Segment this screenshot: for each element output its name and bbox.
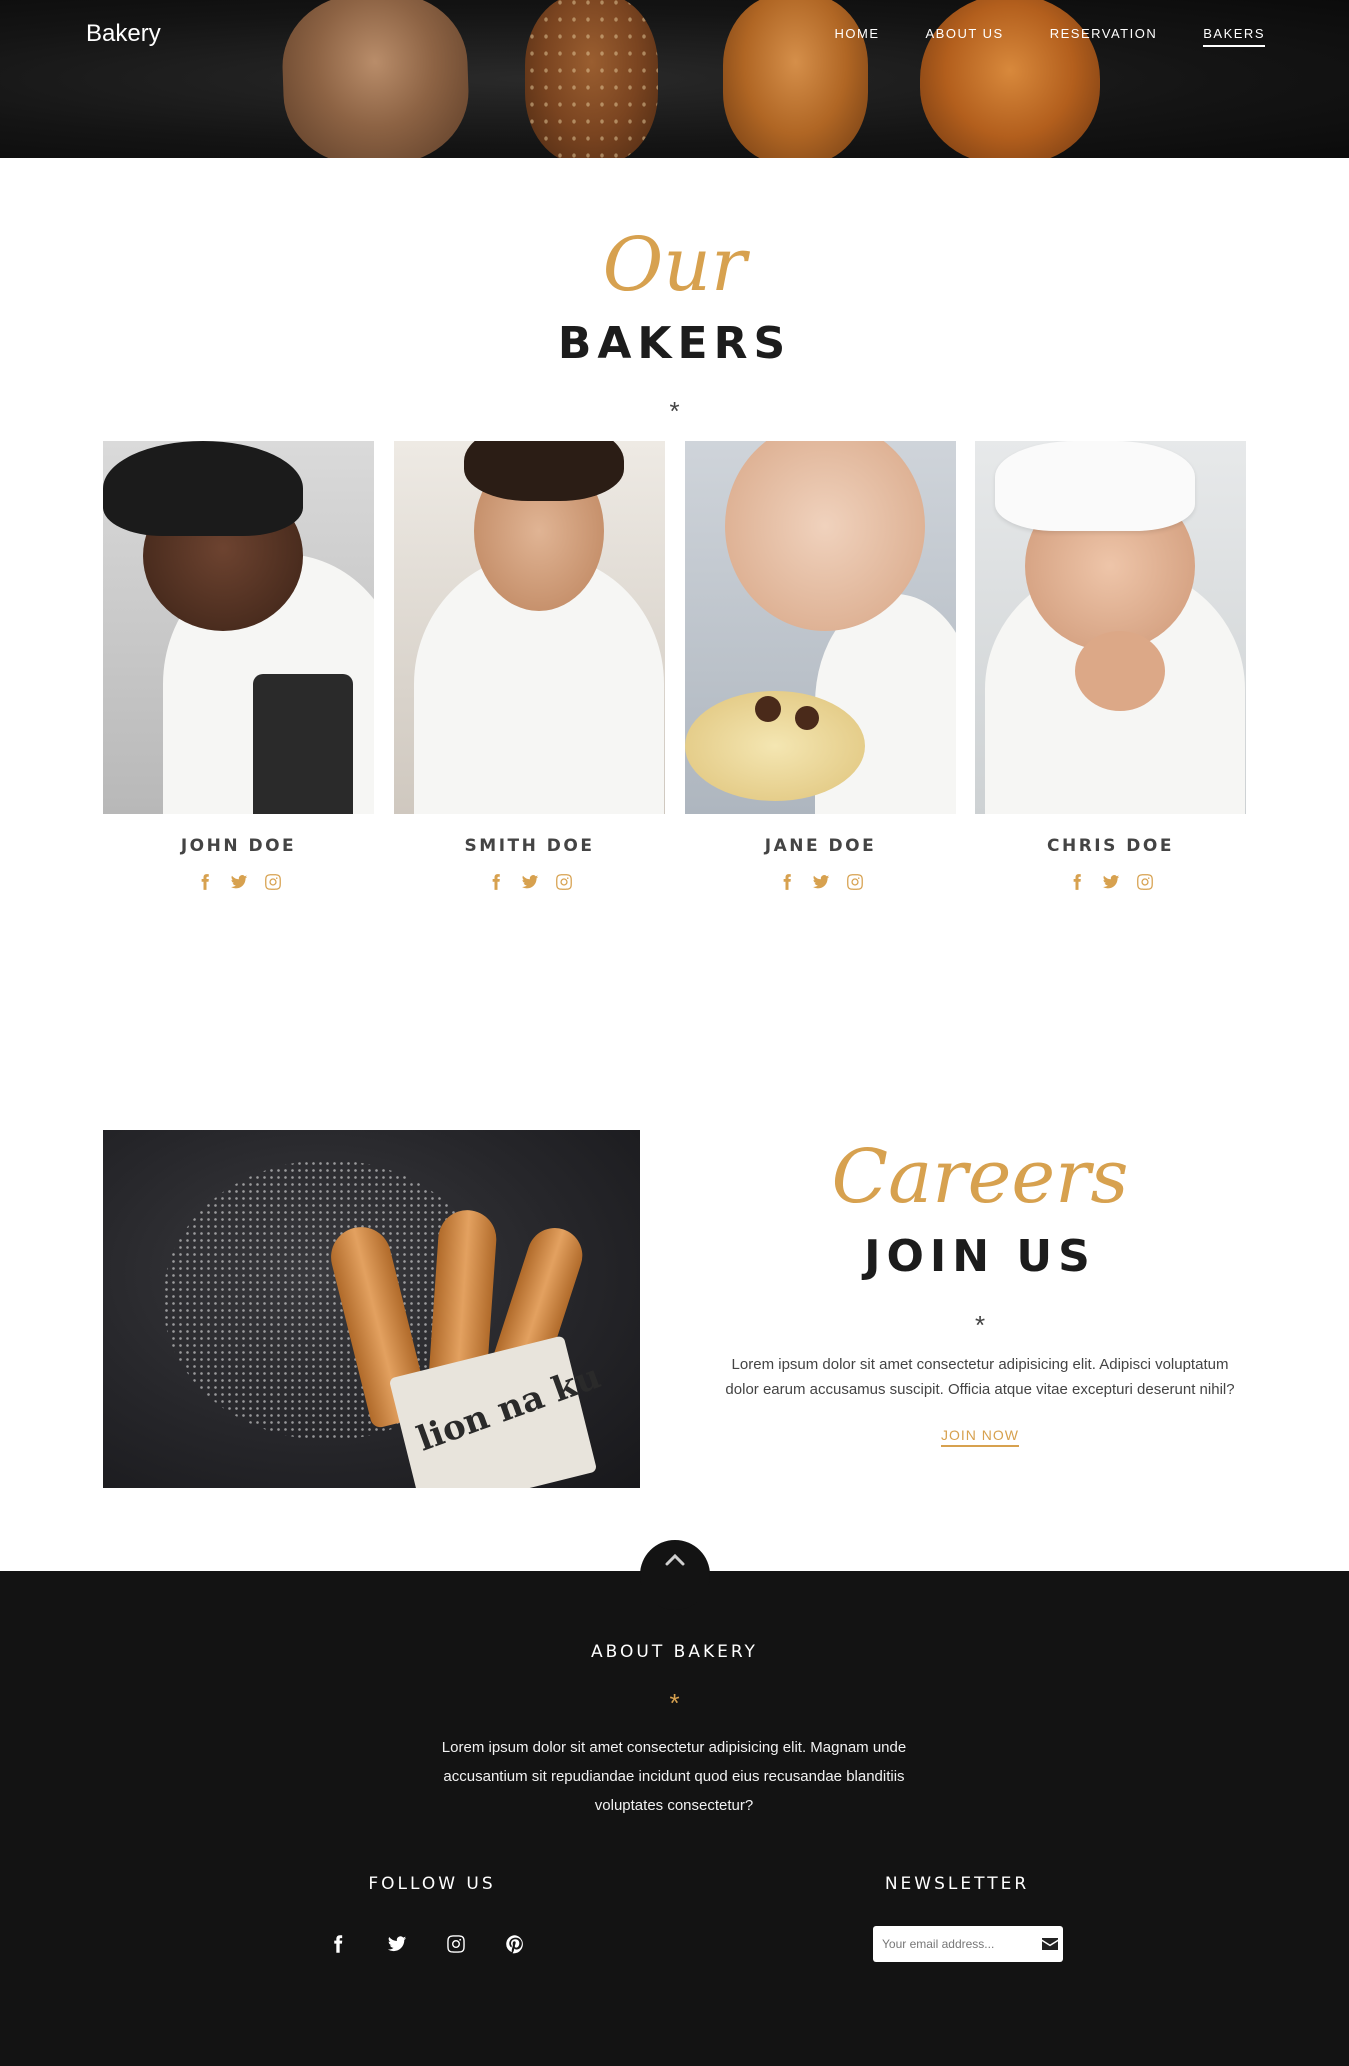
- nav-bakers[interactable]: BAKERS: [1203, 26, 1265, 47]
- careers-script-title: Careers: [831, 1134, 1129, 1220]
- facebook-icon[interactable]: [777, 872, 797, 892]
- about-bakery-title: ABOUT BAKERY: [591, 1642, 758, 1662]
- bread-image: [525, 0, 658, 158]
- baker-socials: [975, 872, 1246, 892]
- facebook-icon[interactable]: [1067, 872, 1087, 892]
- baker-photo: [975, 441, 1246, 814]
- back-to-top-button[interactable]: [640, 1540, 710, 1610]
- instagram-icon[interactable]: [444, 1932, 468, 1956]
- churros-image: lion na ku: [103, 1130, 640, 1488]
- baker-card: SMITH DOE: [394, 441, 665, 892]
- baker-socials: [394, 872, 665, 892]
- footer-divider: *: [669, 1688, 680, 1718]
- instagram-icon[interactable]: [845, 872, 865, 892]
- baker-card: CHRIS DOE: [975, 441, 1246, 892]
- about-bakery-text: Lorem ipsum dolor sit amet consectetur a…: [441, 1739, 907, 1814]
- bread-image: [723, 0, 868, 158]
- bakers-script-title: Our: [602, 222, 747, 308]
- twitter-icon[interactable]: [811, 872, 831, 892]
- section-divider: *: [974, 1310, 986, 1340]
- main-nav: HOME ABOUT US RESERVATION BAKERS: [835, 26, 1265, 47]
- join-now-link[interactable]: JOIN NOW: [941, 1427, 1019, 1447]
- twitter-icon[interactable]: [229, 872, 249, 892]
- section-divider: *: [669, 396, 680, 426]
- nav-about-us[interactable]: ABOUT US: [926, 26, 1004, 47]
- footer-socials: [326, 1932, 527, 1956]
- baker-name: JOHN DOE: [180, 836, 297, 856]
- brand-logo[interactable]: Bakery: [86, 20, 161, 48]
- baker-photo: [103, 441, 374, 814]
- bread-image: [280, 0, 471, 158]
- nav-reservation[interactable]: RESERVATION: [1050, 26, 1158, 47]
- baker-socials: [103, 872, 374, 892]
- newsletter-email-input[interactable]: [873, 1926, 1037, 1962]
- twitter-icon[interactable]: [1101, 872, 1121, 892]
- newsletter-form: [873, 1926, 1063, 1962]
- facebook-icon[interactable]: [195, 872, 215, 892]
- baker-card: JANE DOE: [685, 441, 956, 892]
- instagram-icon[interactable]: [263, 872, 283, 892]
- instagram-icon[interactable]: [554, 872, 574, 892]
- envelope-icon: [1042, 1938, 1058, 1950]
- baker-name: JANE DOE: [764, 836, 877, 856]
- newsletter-submit-button[interactable]: [1037, 1926, 1063, 1962]
- newsletter-title: NEWSLETTER: [884, 1874, 1030, 1894]
- careers-description: Lorem ipsum dolor sit amet consectetur a…: [725, 1356, 1235, 1398]
- nav-home[interactable]: HOME: [835, 26, 880, 47]
- facebook-icon[interactable]: [486, 872, 506, 892]
- baker-name: CHRIS DOE: [1047, 836, 1174, 856]
- baker-socials: [685, 872, 956, 892]
- baker-photo: [394, 441, 665, 814]
- facebook-icon[interactable]: [326, 1932, 350, 1956]
- baker-photo: [685, 441, 956, 814]
- hero-header: Bakery HOME ABOUT US RESERVATION BAKERS: [0, 0, 1349, 158]
- careers-title: JOIN US: [864, 1231, 1096, 1282]
- baker-name: SMITH DOE: [464, 836, 595, 856]
- chevron-up-icon: [665, 1553, 685, 1566]
- baker-card: JOHN DOE: [103, 441, 374, 892]
- croissant-image: [920, 0, 1100, 158]
- twitter-icon[interactable]: [385, 1932, 409, 1956]
- twitter-icon[interactable]: [520, 872, 540, 892]
- bakers-title: BAKERS: [557, 318, 792, 369]
- join-link-wrapper: JOIN NOW: [690, 1427, 1270, 1447]
- instagram-icon[interactable]: [1135, 872, 1155, 892]
- pinterest-icon[interactable]: [503, 1932, 527, 1956]
- follow-us-title: FOLLOW US: [368, 1874, 496, 1894]
